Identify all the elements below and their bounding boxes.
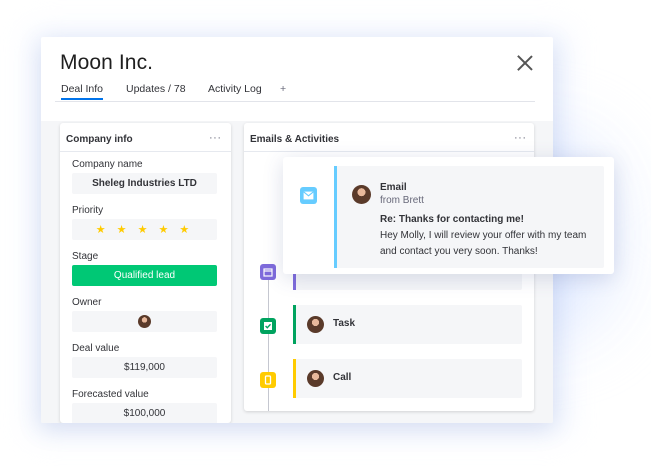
page-title: Moon Inc. bbox=[60, 51, 154, 74]
email-subject: Re: Thanks for contacting me! bbox=[380, 214, 524, 225]
stage-label: Stage bbox=[72, 251, 99, 262]
calendar-icon bbox=[260, 264, 276, 280]
card-title: Company info bbox=[66, 134, 133, 145]
tab-updates[interactable]: Updates / 78 bbox=[126, 83, 186, 95]
company-name-label: Company name bbox=[72, 159, 143, 170]
owner-label: Owner bbox=[72, 297, 102, 308]
tab-bar: Deal Info Updates / 78 Activity Log + bbox=[55, 83, 535, 102]
owner-field[interactable] bbox=[72, 311, 217, 332]
activity-type: Call bbox=[333, 372, 352, 383]
star-icon: ★ ★ ★ ★ ★ bbox=[95, 224, 194, 236]
close-icon[interactable] bbox=[515, 53, 535, 73]
email-preview: Email from Brett Re: Thanks for contacti… bbox=[334, 166, 604, 268]
timeline-item-call[interactable]: Call bbox=[293, 359, 522, 398]
stage-status-badge[interactable]: Qualified lead bbox=[72, 265, 217, 286]
email-accent-bar bbox=[334, 166, 337, 268]
divider bbox=[244, 151, 534, 152]
avatar bbox=[138, 315, 151, 328]
deal-value-field[interactable]: $119,000 bbox=[72, 357, 217, 378]
avatar bbox=[352, 185, 371, 204]
timeline-item-task[interactable]: Task bbox=[293, 305, 522, 344]
more-options-icon[interactable]: ··· bbox=[209, 132, 222, 144]
email-type: Email bbox=[380, 182, 407, 193]
email-body-line: Hey Molly, I will review your offer with… bbox=[380, 230, 587, 241]
checkbox-icon bbox=[260, 318, 276, 334]
priority-rating[interactable]: ★ ★ ★ ★ ★ bbox=[72, 219, 217, 240]
forecasted-value-field[interactable]: $100,000 bbox=[72, 403, 217, 423]
email-activity-popup[interactable]: Email from Brett Re: Thanks for contacti… bbox=[283, 157, 614, 274]
divider bbox=[60, 151, 231, 152]
activity-type: Task bbox=[333, 318, 356, 329]
email-sender: from Brett bbox=[380, 195, 424, 206]
company-name-field[interactable]: Sheleg Industries LTD bbox=[72, 173, 217, 194]
email-body-line: and contact you very soon. Thanks! bbox=[380, 246, 538, 257]
add-tab-button[interactable]: + bbox=[280, 83, 286, 95]
envelope-icon bbox=[300, 187, 317, 204]
avatar bbox=[307, 370, 324, 387]
tab-deal-info[interactable]: Deal Info bbox=[61, 83, 104, 100]
card-title: Emails & Activities bbox=[250, 134, 340, 145]
priority-label: Priority bbox=[72, 205, 104, 216]
deal-value-label: Deal value bbox=[72, 343, 120, 354]
timeline-line bbox=[268, 273, 269, 411]
more-options-icon[interactable]: ··· bbox=[514, 132, 527, 144]
forecasted-value-label: Forecasted value bbox=[72, 389, 149, 400]
avatar bbox=[307, 316, 324, 333]
company-info-card: Company info ··· Company name Sheleg Ind… bbox=[60, 123, 231, 423]
phone-icon bbox=[260, 372, 276, 388]
tab-activity-log[interactable]: Activity Log bbox=[208, 83, 262, 95]
